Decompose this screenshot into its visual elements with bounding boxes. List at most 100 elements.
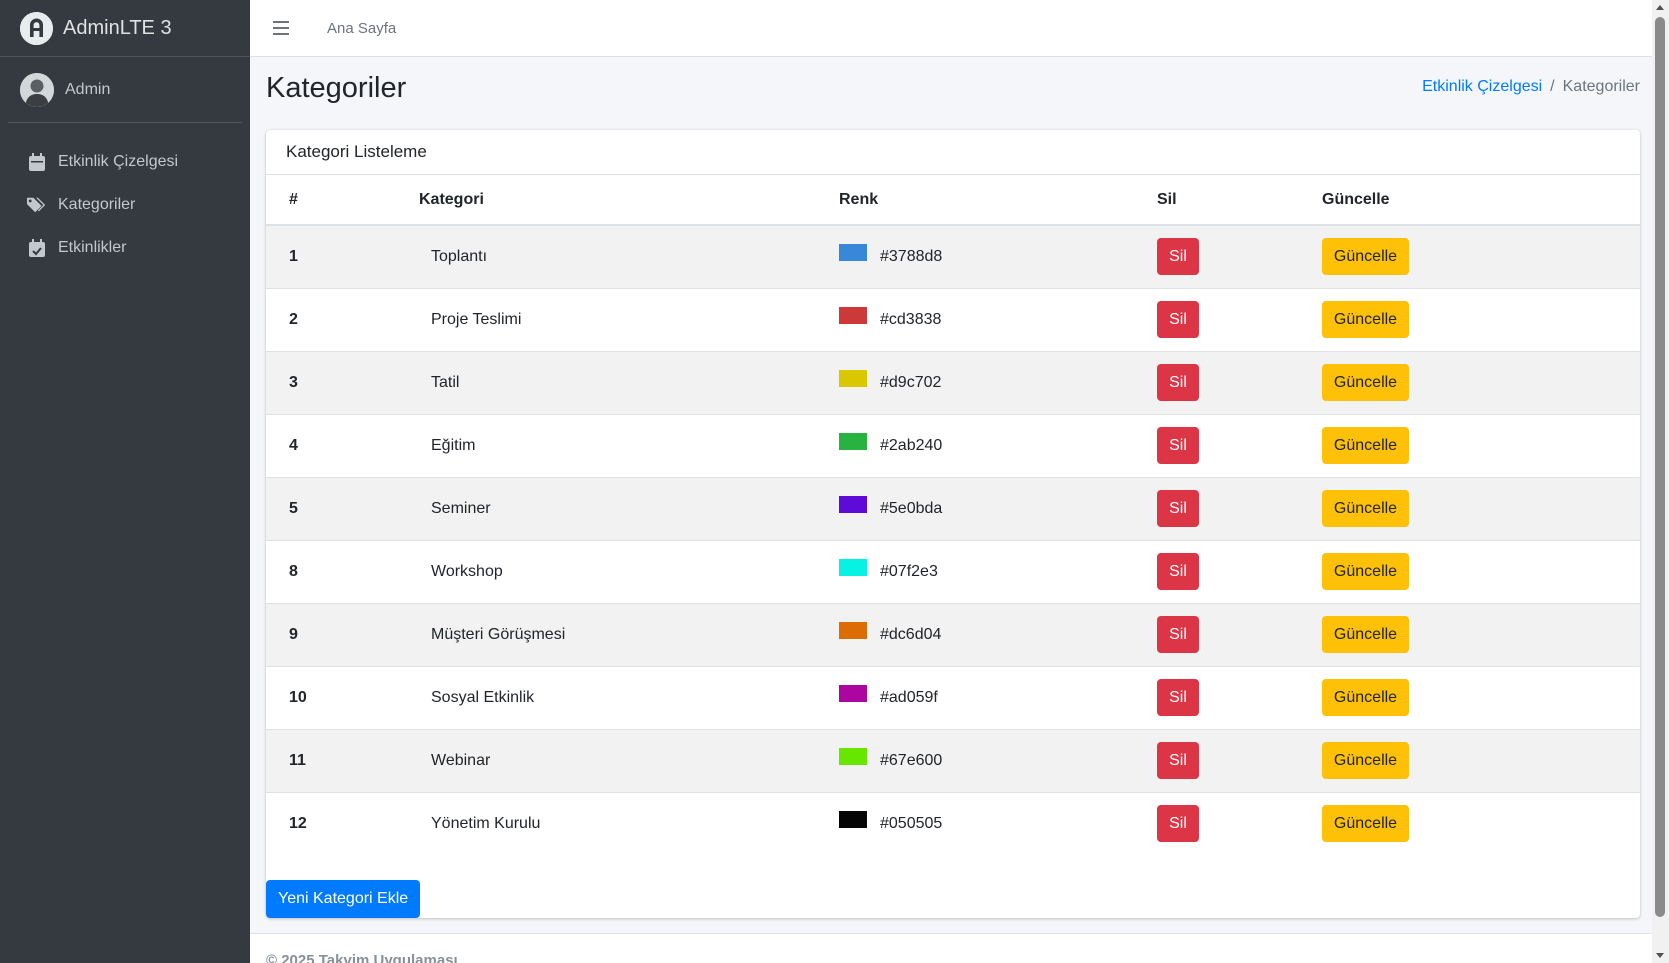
column-header-id: # bbox=[266, 175, 419, 226]
update-button[interactable]: Güncelle bbox=[1322, 427, 1409, 464]
color-hex: #ad059f bbox=[880, 688, 938, 706]
color-hex: #2ab240 bbox=[880, 436, 943, 454]
delete-cell: Sil bbox=[1157, 287, 1322, 351]
delete-button[interactable]: Sil bbox=[1157, 616, 1199, 653]
category-color-cell: #2ab240 bbox=[839, 413, 1157, 477]
top-navbar: Ana Sayfa bbox=[250, 0, 1652, 57]
category-color-cell: #dc6d04 bbox=[839, 602, 1157, 666]
update-button[interactable]: Güncelle bbox=[1322, 679, 1409, 716]
breadcrumb-link-etkinlik-cizelgesi[interactable]: Etkinlik Çizelgesi bbox=[1422, 78, 1542, 96]
update-button[interactable]: Güncelle bbox=[1322, 301, 1409, 338]
update-cell: Güncelle bbox=[1322, 728, 1640, 792]
delete-button[interactable]: Sil bbox=[1157, 553, 1199, 590]
breadcrumb-separator: / bbox=[1550, 78, 1555, 95]
category-id: 3 bbox=[266, 350, 419, 414]
category-name: Tatil bbox=[419, 350, 839, 414]
home-link[interactable]: Ana Sayfa bbox=[327, 20, 396, 37]
delete-button[interactable]: Sil bbox=[1157, 364, 1199, 401]
delete-button[interactable]: Sil bbox=[1157, 679, 1199, 716]
category-id: 1 bbox=[289, 247, 298, 265]
update-cell: Güncelle bbox=[1322, 602, 1640, 666]
table-row: 11 Webinar #67e600 Sil Güncelle bbox=[266, 728, 1640, 792]
update-button[interactable]: Güncelle bbox=[1322, 490, 1409, 527]
delete-button[interactable]: Sil bbox=[1157, 238, 1199, 276]
color-swatch bbox=[839, 307, 867, 324]
calendar-check-icon bbox=[27, 238, 47, 258]
category-id: 12 bbox=[266, 791, 419, 855]
category-color-cell: #3788d8 bbox=[839, 225, 1157, 288]
scroll-up-arrow-icon[interactable] bbox=[1656, 5, 1664, 10]
sidebar-item-etkinlikler[interactable]: Etkinlikler bbox=[0, 226, 250, 269]
delete-button[interactable]: Sil bbox=[1157, 490, 1199, 527]
category-id: 5 bbox=[266, 476, 419, 540]
column-header-renk: Renk bbox=[839, 175, 1157, 226]
update-button[interactable]: Güncelle bbox=[1322, 616, 1409, 653]
table-row: 12 Yönetim Kurulu #050505 Sil Güncelle bbox=[266, 791, 1640, 855]
category-id: 8 bbox=[266, 539, 419, 603]
user-name: Admin bbox=[65, 80, 111, 98]
color-hex: #dc6d04 bbox=[880, 625, 942, 643]
delete-cell: Sil bbox=[1157, 539, 1322, 603]
table-row: 4 Eğitim #2ab240 Sil Güncelle bbox=[266, 413, 1640, 477]
avatar bbox=[20, 72, 54, 107]
brand-title: AdminLTE 3 bbox=[63, 16, 172, 39]
delete-cell: Sil bbox=[1157, 225, 1322, 288]
scroll-thumb[interactable] bbox=[1655, 17, 1665, 917]
scroll-down-arrow-icon[interactable] bbox=[1656, 953, 1664, 958]
main-sidebar: AdminLTE 3 Admin Etkinlik Çizelgesi Kate… bbox=[0, 0, 250, 963]
delete-button[interactable]: Sil bbox=[1157, 805, 1199, 843]
table-row: 5 Seminer #5e0bda Sil Güncelle bbox=[266, 476, 1640, 540]
update-button[interactable]: Güncelle bbox=[1322, 805, 1409, 843]
category-name: Yönetim Kurulu bbox=[419, 791, 839, 855]
category-id: 10 bbox=[266, 665, 419, 729]
category-id: 11 bbox=[266, 728, 419, 792]
color-swatch bbox=[839, 811, 867, 829]
category-name: Müşteri Görüşmesi bbox=[419, 602, 839, 666]
category-color-cell: #d9c702 bbox=[839, 350, 1157, 414]
update-button[interactable]: Güncelle bbox=[1322, 553, 1409, 590]
category-color-cell: #cd3838 bbox=[839, 287, 1157, 351]
color-swatch bbox=[839, 496, 867, 513]
update-cell: Güncelle bbox=[1322, 225, 1640, 288]
table-row: 10 Sosyal Etkinlik #ad059f Sil Güncelle bbox=[266, 665, 1640, 729]
update-button[interactable]: Güncelle bbox=[1322, 742, 1409, 779]
menu-toggle-icon[interactable] bbox=[273, 21, 289, 35]
color-swatch bbox=[839, 748, 867, 765]
column-header-sil: Sil bbox=[1157, 175, 1322, 226]
sidebar-item-label: Etkinlik Çizelgesi bbox=[58, 152, 179, 170]
color-hex: #050505 bbox=[880, 814, 943, 832]
color-hex: #5e0bda bbox=[880, 499, 943, 517]
category-name: Proje Teslimi bbox=[419, 287, 839, 351]
column-header-kategori: Kategori bbox=[419, 175, 839, 226]
color-swatch bbox=[839, 685, 867, 702]
table-row: 3 Tatil #d9c702 Sil Güncelle bbox=[266, 350, 1640, 414]
delete-button[interactable]: Sil bbox=[1157, 742, 1199, 779]
delete-button[interactable]: Sil bbox=[1157, 427, 1199, 464]
sidebar-nav: Etkinlik Çizelgesi Kategoriler Etkinlikl… bbox=[0, 140, 250, 269]
page-scrollbar[interactable] bbox=[1652, 0, 1669, 963]
color-hex: #3788d8 bbox=[880, 247, 943, 265]
update-button[interactable]: Güncelle bbox=[1322, 364, 1409, 401]
color-hex: #67e600 bbox=[880, 751, 943, 769]
brand-link[interactable]: AdminLTE 3 bbox=[0, 0, 250, 57]
delete-button[interactable]: Sil bbox=[1157, 301, 1199, 338]
color-swatch bbox=[839, 433, 867, 450]
update-cell: Güncelle bbox=[1322, 791, 1640, 855]
footer: © 2025 Takvim Uygulaması bbox=[250, 933, 1652, 963]
category-name: Toplantı bbox=[431, 247, 488, 265]
category-name: Webinar bbox=[419, 728, 839, 792]
delete-cell: Sil bbox=[1157, 350, 1322, 414]
category-id: 4 bbox=[266, 413, 419, 477]
category-name: Eğitim bbox=[419, 413, 839, 477]
category-color-cell: #07f2e3 bbox=[839, 539, 1157, 603]
table-row: 9 Müşteri Görüşmesi #dc6d04 Sil Güncelle bbox=[266, 602, 1640, 666]
category-list-card: Kategori Listeleme # Kategori Renk Sil G… bbox=[266, 130, 1640, 918]
update-button[interactable]: Güncelle bbox=[1322, 238, 1409, 276]
category-color-cell: #67e600 bbox=[839, 728, 1157, 792]
add-category-button[interactable]: Yeni Kategori Ekle bbox=[266, 880, 421, 918]
user-panel[interactable]: Admin bbox=[8, 57, 242, 123]
sidebar-item-kategoriler[interactable]: Kategoriler bbox=[0, 183, 250, 226]
sidebar-item-label: Kategoriler bbox=[58, 195, 136, 213]
table-row: 1 Toplantı #3788d8 Sil Güncelle bbox=[266, 225, 1640, 288]
sidebar-item-etkinlik-cizelgesi[interactable]: Etkinlik Çizelgesi bbox=[0, 140, 250, 183]
